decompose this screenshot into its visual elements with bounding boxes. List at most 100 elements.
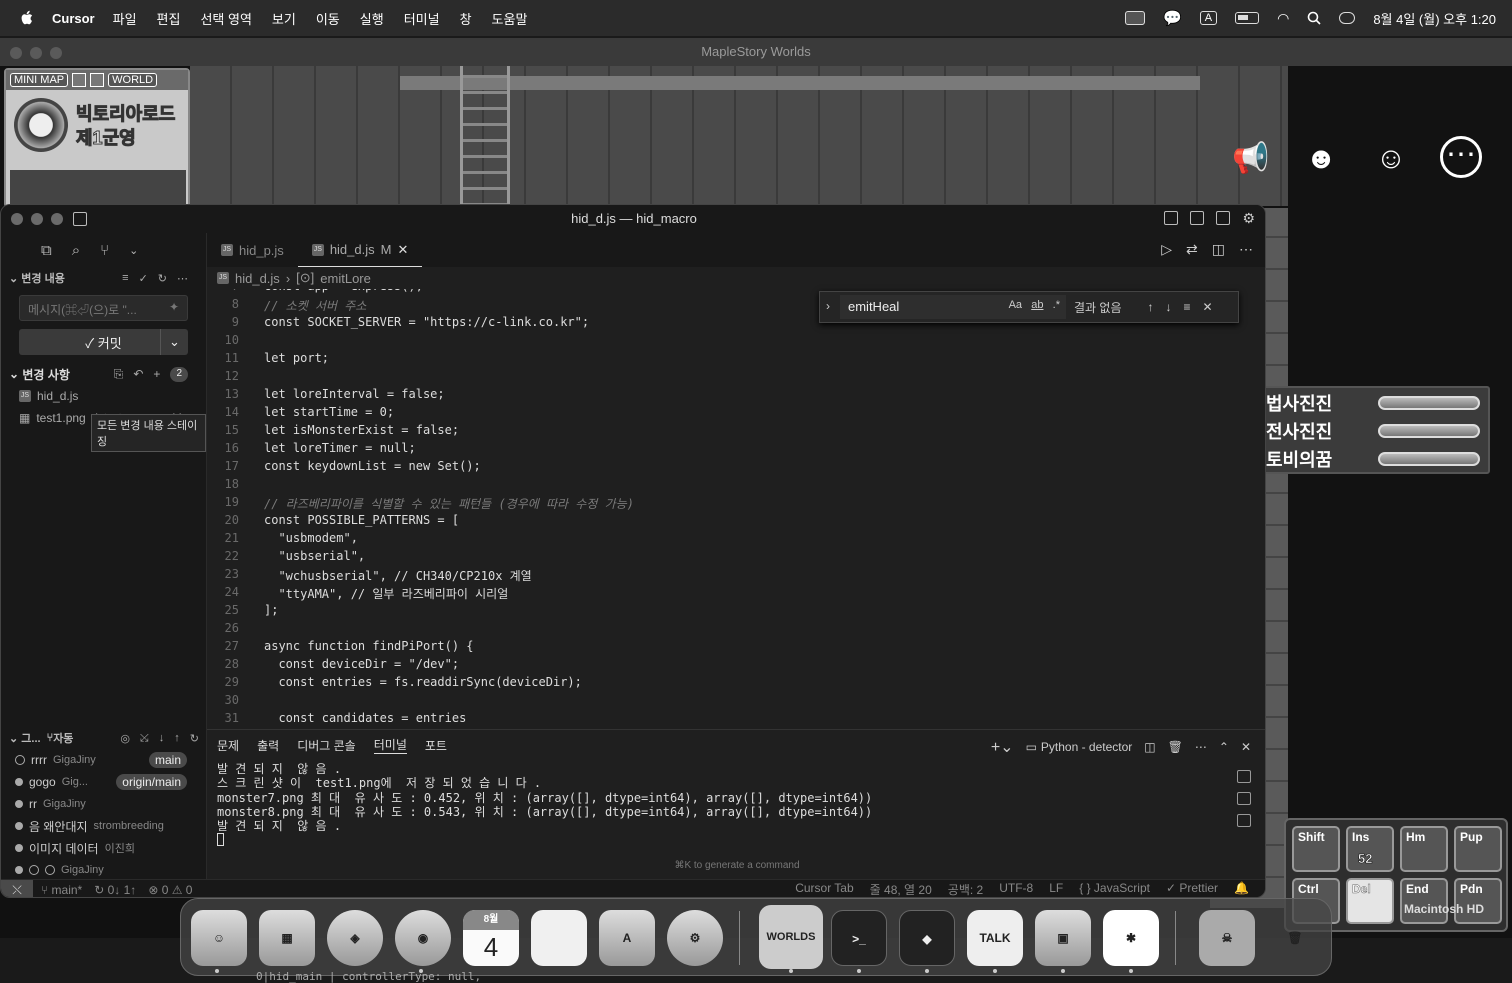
finder-icon[interactable]: ☺ [191, 910, 247, 966]
breadcrumb-symbol[interactable]: emitLore [320, 271, 371, 286]
slack-icon[interactable]: ✱ [1103, 910, 1159, 966]
tab-ports[interactable]: 포트 [425, 737, 447, 754]
minimap-expand-button[interactable] [90, 73, 105, 87]
party-member-row[interactable]: 토비의꿈 [1266, 446, 1486, 472]
regex-toggle[interactable]: .* [1053, 299, 1060, 311]
target-icon[interactable]: ◎ [120, 732, 130, 745]
encoding-status[interactable]: UTF-8 [999, 881, 1033, 897]
code-line[interactable]: const keydownList = new Set(); [264, 459, 481, 473]
control-center-icon[interactable] [1339, 12, 1356, 24]
graph-section-header[interactable]: ⌄ 그... ⑂ 자동 ◎ ⤩ ↓ ↑ ↻ [1, 727, 207, 749]
hotkey-slot[interactable]: End [1400, 878, 1448, 924]
previous-match-icon[interactable]: ↑ [1148, 300, 1154, 314]
calendar-icon[interactable]: 8월 4 [463, 910, 519, 966]
terminal-instance-icon[interactable] [1237, 792, 1251, 805]
graph-commit-row[interactable]: 음 왜안대지 strombreeding [1, 815, 207, 837]
minimize-window-button[interactable] [30, 47, 42, 59]
toggle-panel-icon[interactable] [1190, 211, 1205, 225]
code-line[interactable]: "usbserial", [264, 549, 365, 563]
chrome-icon[interactable]: ◉ [395, 910, 451, 966]
find-in-selection-icon[interactable]: ≡ [1184, 300, 1191, 314]
battery-icon[interactable] [1235, 12, 1260, 24]
fetch-icon[interactable]: ⤩ [140, 732, 149, 745]
terminal-instance-icon[interactable] [1237, 814, 1251, 827]
menu-view[interactable]: 보기 [272, 9, 296, 28]
trash-icon[interactable]: 🗑 [1267, 910, 1323, 966]
terminal-instance-icon[interactable] [1237, 770, 1251, 783]
menu-terminal[interactable]: 터미널 [404, 9, 440, 28]
hotkey-slot[interactable]: Shift [1292, 826, 1340, 872]
menu-help[interactable]: 도움말 [492, 9, 528, 28]
sparkle-icon[interactable]: ✦ [169, 300, 179, 314]
tab-hid-d[interactable]: JS hid_d.js M ✕ [297, 233, 423, 267]
megaphone-icon[interactable]: 📢 [1228, 136, 1274, 182]
more-actions-icon[interactable]: ⋯ [1239, 241, 1253, 258]
code-line[interactable]: async function findPiPort() { [264, 639, 474, 653]
code-line[interactable]: ]; [264, 603, 278, 617]
trash-icon[interactable]: 🗑 [1168, 740, 1183, 754]
menu-run[interactable]: 실행 [360, 9, 384, 28]
find-input[interactable]: emitHeal Aa ab .* [840, 295, 1066, 319]
code-line[interactable]: // 소켓 서버 주소 [264, 297, 366, 314]
maximize-panel-icon[interactable]: ⌃ [1219, 740, 1229, 754]
more-actions-icon[interactable]: ⋯ [177, 272, 188, 285]
folder-icon[interactable]: ☠ [1199, 910, 1255, 966]
toggle-sidebar-icon[interactable] [73, 212, 87, 226]
sync-status[interactable]: ↻ 0↓ 1↑ [94, 883, 136, 897]
code-line[interactable]: const deviceDir = "/dev"; [264, 657, 459, 671]
minimap[interactable]: MINI MAP WORLD 빅토리아로드 제1군영 [4, 68, 190, 208]
terminal-icon[interactable]: >_ [831, 910, 887, 966]
menu-go[interactable]: 이동 [316, 9, 340, 28]
language-status[interactable]: { } JavaScript [1079, 881, 1150, 897]
more-actions-icon[interactable]: ⋯ [1195, 740, 1207, 754]
commit-dropdown-button[interactable]: ⌄ [160, 329, 188, 355]
settings-icon[interactable]: ⚙ [667, 910, 723, 966]
menu-selection[interactable]: 선택 영역 [200, 9, 251, 28]
screen-mirroring-icon[interactable] [1125, 11, 1146, 25]
close-icon[interactable]: ✕ [1203, 300, 1213, 314]
new-terminal-plus-icon[interactable]: +⌄ [991, 737, 1014, 757]
split-editor-icon[interactable]: ◫ [1212, 241, 1225, 258]
stage-all-plus-icon[interactable]: + [153, 367, 160, 382]
notifications-bell-icon[interactable]: 🔔 [1234, 881, 1249, 897]
party-member-row[interactable]: 법사진진 [1266, 390, 1486, 416]
code-line[interactable]: // 라즈베리파이를 식별할 수 있는 패턴들 (경우에 따라 수정 가능) [264, 495, 634, 512]
toggle-secondary-sidebar-icon[interactable] [1216, 211, 1231, 225]
code-line[interactable]: "usbmodem", [264, 531, 357, 545]
hotkey-slot[interactable]: Pdn [1454, 878, 1502, 924]
eol-status[interactable]: LF [1049, 881, 1063, 897]
search-icon[interactable]: ⌕ [72, 242, 80, 259]
settings-gear-icon[interactable]: ⚙ [1242, 211, 1255, 225]
clock[interactable]: 8월 4일 (월) 오후 1:20 [1373, 9, 1496, 28]
hotkey-slot[interactable]: Pup [1454, 826, 1502, 872]
tab-hid-p[interactable]: JS hid_p.js [207, 233, 298, 267]
toggle-primary-sidebar-icon[interactable] [1164, 211, 1179, 225]
hotkey-slot[interactable]: Ins 52 [1346, 826, 1394, 872]
launchpad-icon[interactable]: ▦ [259, 910, 315, 966]
graph-commit-row[interactable]: gogo Gig... origin/main [1, 771, 207, 793]
match-word-toggle[interactable]: ab [1031, 299, 1043, 311]
hotkey-slot[interactable]: Hm [1400, 826, 1448, 872]
input-source-indicator[interactable]: A [1199, 11, 1218, 25]
chevron-down-icon[interactable]: ⌄ [129, 244, 138, 257]
code-line[interactable]: let startTime = 0; [264, 405, 394, 419]
changes-section-header[interactable]: ⌄ 변경 내용 ≡ ✓ ↻ ⋯ [1, 267, 206, 289]
minimap-minimize-button[interactable] [72, 73, 87, 87]
menu-window[interactable]: 창 [460, 9, 472, 28]
commit-button[interactable]: ✓ 커밋 ⌄ [19, 329, 188, 355]
refresh-icon[interactable]: ↻ [158, 272, 167, 285]
prettier-status[interactable]: ✓ Prettier [1166, 881, 1218, 897]
code-line[interactable]: const POSSIBLE_PATTERNS = [ [264, 513, 459, 527]
split-terminal-icon[interactable]: ◫ [1144, 740, 1155, 754]
problems-status[interactable]: ⊗ 0 ⚠ 0 [148, 883, 192, 897]
tab-terminal[interactable]: 터미널 [373, 736, 407, 754]
cursor-icon[interactable]: ◆ [899, 910, 955, 966]
close-window-button[interactable] [10, 47, 22, 59]
remote-icon[interactable]: ⤬ [1, 879, 33, 897]
pull-icon[interactable]: ↓ [159, 732, 165, 745]
wifi-icon[interactable]: ◠ [1277, 10, 1289, 27]
macintosh-hd-label[interactable]: Macintosh HD [1404, 902, 1484, 916]
code-editor[interactable]: 7 const app = express(); 8 // 소켓 서버 주소 9 cons… [207, 289, 1257, 725]
minimap-world-button[interactable]: WORLD [108, 73, 158, 87]
check-icon[interactable]: ✓ [139, 272, 148, 285]
